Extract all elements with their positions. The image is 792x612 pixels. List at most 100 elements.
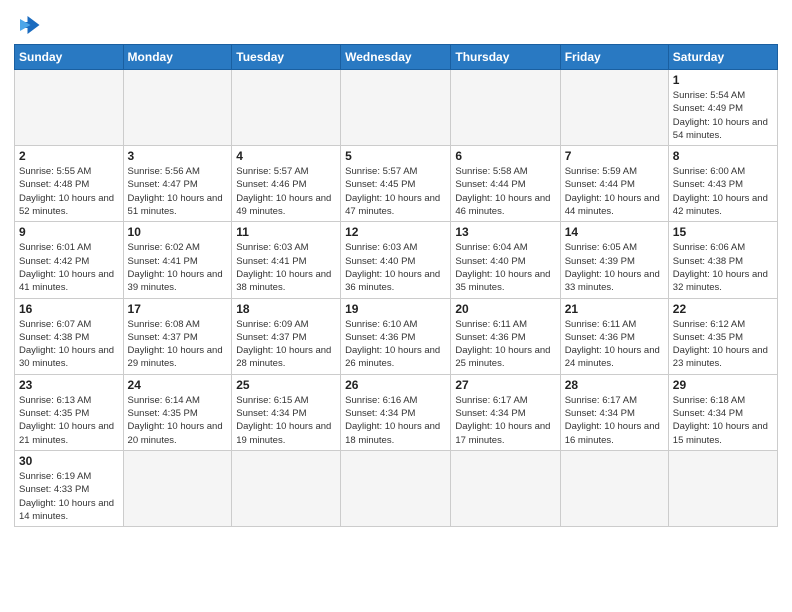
weekday-header-thursday: Thursday [451, 45, 560, 70]
calendar-cell: 17Sunrise: 6:08 AM Sunset: 4:37 PM Dayli… [123, 298, 232, 374]
day-number: 6 [455, 149, 555, 163]
calendar-cell: 18 Sunrise: 6:09 AM Sunset: 4:37 PM Dayli… [232, 298, 341, 374]
calendar: SundayMondayTuesdayWednesdayThursdayFrid… [14, 44, 778, 527]
weekday-header-friday: Friday [560, 45, 668, 70]
calendar-cell: 23 Sunrise: 6:13 AM Sunset: 4:35 PM Dayli… [15, 374, 124, 450]
day-info: Sunrise: 6:13 AM Sunset: 4:35 PM Dayligh… [19, 394, 119, 447]
calendar-cell: 5 Sunrise: 5:57 AM Sunset: 4:45 PM Daylig… [341, 146, 451, 222]
day-info: Sunrise: 5:58 AM Sunset: 4:44 PM Dayligh… [455, 165, 555, 218]
calendar-cell: 30Sunrise: 6:19 AM Sunset: 4:33 PM Dayli… [15, 450, 124, 526]
day-number: 3 [128, 149, 228, 163]
day-info: Sunrise: 6:12 AM Sunset: 4:35 PM Dayligh… [673, 318, 773, 371]
calendar-cell: 12 Sunrise: 6:03 AM Sunset: 4:40 PM Dayli… [341, 222, 451, 298]
logo-icon [14, 10, 44, 40]
day-number: 17 [128, 302, 228, 316]
calendar-cell: 6 Sunrise: 5:58 AM Sunset: 4:44 PM Daylig… [451, 146, 560, 222]
calendar-cell [560, 70, 668, 146]
day-number: 23 [19, 378, 119, 392]
day-info: Sunrise: 5:55 AM Sunset: 4:48 PM Dayligh… [19, 165, 119, 218]
day-info: Sunrise: 6:11 AM Sunset: 4:36 PM Dayligh… [565, 318, 664, 371]
day-info: Sunrise: 6:18 AM Sunset: 4:34 PM Dayligh… [673, 394, 773, 447]
day-number: 28 [565, 378, 664, 392]
day-number: 13 [455, 225, 555, 239]
day-info: Sunrise: 6:09 AM Sunset: 4:37 PM Dayligh… [236, 318, 336, 371]
weekday-header-row: SundayMondayTuesdayWednesdayThursdayFrid… [15, 45, 778, 70]
calendar-cell [668, 450, 777, 526]
day-info: Sunrise: 5:56 AM Sunset: 4:47 PM Dayligh… [128, 165, 228, 218]
day-info: Sunrise: 6:10 AM Sunset: 4:36 PM Dayligh… [345, 318, 446, 371]
week-row-4: 16 Sunrise: 6:07 AM Sunset: 4:38 PM Dayli… [15, 298, 778, 374]
calendar-cell [15, 70, 124, 146]
calendar-cell [451, 450, 560, 526]
day-info: Sunrise: 5:57 AM Sunset: 4:45 PM Dayligh… [345, 165, 446, 218]
day-number: 18 [236, 302, 336, 316]
weekday-header-saturday: Saturday [668, 45, 777, 70]
day-number: 11 [236, 225, 336, 239]
day-number: 9 [19, 225, 119, 239]
day-number: 27 [455, 378, 555, 392]
day-info: Sunrise: 6:14 AM Sunset: 4:35 PM Dayligh… [128, 394, 228, 447]
calendar-cell: 19 Sunrise: 6:10 AM Sunset: 4:36 PM Dayli… [341, 298, 451, 374]
day-info: Sunrise: 6:19 AM Sunset: 4:33 PM Dayligh… [19, 470, 119, 523]
calendar-cell: 26Sunrise: 6:16 AM Sunset: 4:34 PM Dayli… [341, 374, 451, 450]
calendar-cell: 11Sunrise: 6:03 AM Sunset: 4:41 PM Dayli… [232, 222, 341, 298]
week-row-3: 9 Sunrise: 6:01 AM Sunset: 4:42 PM Daylig… [15, 222, 778, 298]
day-info: Sunrise: 6:15 AM Sunset: 4:34 PM Dayligh… [236, 394, 336, 447]
day-info: Sunrise: 6:17 AM Sunset: 4:34 PM Dayligh… [565, 394, 664, 447]
day-number: 4 [236, 149, 336, 163]
calendar-cell: 13 Sunrise: 6:04 AM Sunset: 4:40 PM Dayli… [451, 222, 560, 298]
week-row-6: 30Sunrise: 6:19 AM Sunset: 4:33 PM Dayli… [15, 450, 778, 526]
day-number: 1 [673, 73, 773, 87]
day-number: 29 [673, 378, 773, 392]
day-info: Sunrise: 6:05 AM Sunset: 4:39 PM Dayligh… [565, 241, 664, 294]
day-info: Sunrise: 5:59 AM Sunset: 4:44 PM Dayligh… [565, 165, 664, 218]
calendar-cell: 20Sunrise: 6:11 AM Sunset: 4:36 PM Dayli… [451, 298, 560, 374]
day-info: Sunrise: 6:03 AM Sunset: 4:40 PM Dayligh… [345, 241, 446, 294]
calendar-cell: 22 Sunrise: 6:12 AM Sunset: 4:35 PM Dayli… [668, 298, 777, 374]
calendar-cell: 8Sunrise: 6:00 AM Sunset: 4:43 PM Daylig… [668, 146, 777, 222]
calendar-cell [451, 70, 560, 146]
day-info: Sunrise: 6:01 AM Sunset: 4:42 PM Dayligh… [19, 241, 119, 294]
calendar-cell [341, 450, 451, 526]
logo [14, 10, 48, 40]
day-info: Sunrise: 6:11 AM Sunset: 4:36 PM Dayligh… [455, 318, 555, 371]
calendar-cell: 3 Sunrise: 5:56 AM Sunset: 4:47 PM Daylig… [123, 146, 232, 222]
day-number: 22 [673, 302, 773, 316]
weekday-header-tuesday: Tuesday [232, 45, 341, 70]
day-number: 14 [565, 225, 664, 239]
calendar-cell: 2 Sunrise: 5:55 AM Sunset: 4:48 PM Daylig… [15, 146, 124, 222]
calendar-cell [560, 450, 668, 526]
weekday-header-wednesday: Wednesday [341, 45, 451, 70]
day-number: 5 [345, 149, 446, 163]
calendar-cell: 25 Sunrise: 6:15 AM Sunset: 4:34 PM Dayli… [232, 374, 341, 450]
calendar-cell: 14 Sunrise: 6:05 AM Sunset: 4:39 PM Dayli… [560, 222, 668, 298]
day-info: Sunrise: 6:06 AM Sunset: 4:38 PM Dayligh… [673, 241, 773, 294]
calendar-cell: 1 Sunrise: 5:54 AM Sunset: 4:49 PM Daylig… [668, 70, 777, 146]
day-number: 16 [19, 302, 119, 316]
calendar-cell: 15 Sunrise: 6:06 AM Sunset: 4:38 PM Dayli… [668, 222, 777, 298]
calendar-cell: 24 Sunrise: 6:14 AM Sunset: 4:35 PM Dayli… [123, 374, 232, 450]
day-info: Sunrise: 6:04 AM Sunset: 4:40 PM Dayligh… [455, 241, 555, 294]
week-row-1: 1 Sunrise: 5:54 AM Sunset: 4:49 PM Daylig… [15, 70, 778, 146]
week-row-5: 23 Sunrise: 6:13 AM Sunset: 4:35 PM Dayli… [15, 374, 778, 450]
day-number: 2 [19, 149, 119, 163]
weekday-header-monday: Monday [123, 45, 232, 70]
calendar-cell: 28 Sunrise: 6:17 AM Sunset: 4:34 PM Dayli… [560, 374, 668, 450]
day-number: 15 [673, 225, 773, 239]
day-info: Sunrise: 5:57 AM Sunset: 4:46 PM Dayligh… [236, 165, 336, 218]
day-info: Sunrise: 6:07 AM Sunset: 4:38 PM Dayligh… [19, 318, 119, 371]
calendar-cell: 27Sunrise: 6:17 AM Sunset: 4:34 PM Dayli… [451, 374, 560, 450]
day-number: 7 [565, 149, 664, 163]
day-number: 24 [128, 378, 228, 392]
calendar-cell: 16 Sunrise: 6:07 AM Sunset: 4:38 PM Dayli… [15, 298, 124, 374]
day-number: 12 [345, 225, 446, 239]
calendar-cell: 21 Sunrise: 6:11 AM Sunset: 4:36 PM Dayli… [560, 298, 668, 374]
calendar-cell [123, 70, 232, 146]
day-number: 21 [565, 302, 664, 316]
calendar-cell [341, 70, 451, 146]
day-number: 19 [345, 302, 446, 316]
day-info: Sunrise: 6:16 AM Sunset: 4:34 PM Dayligh… [345, 394, 446, 447]
day-number: 25 [236, 378, 336, 392]
day-info: Sunrise: 5:54 AM Sunset: 4:49 PM Dayligh… [673, 89, 773, 142]
calendar-cell: 10Sunrise: 6:02 AM Sunset: 4:41 PM Dayli… [123, 222, 232, 298]
